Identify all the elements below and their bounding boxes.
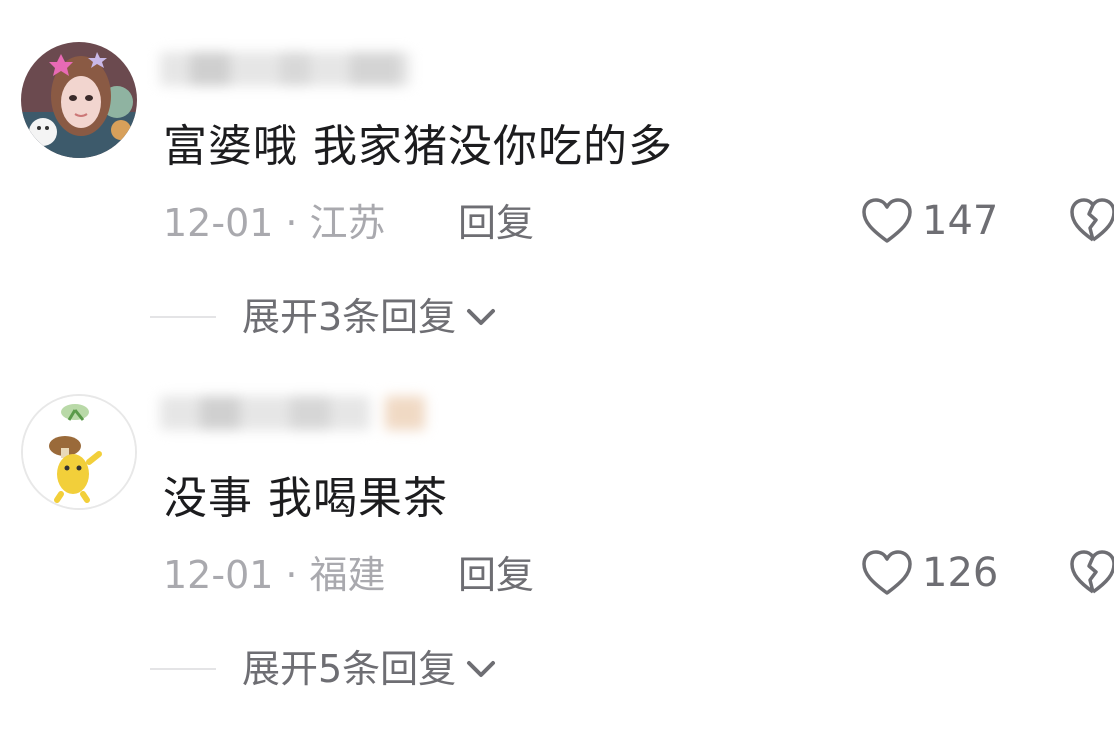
- comment-meta: 12-01 · 江苏: [163, 200, 386, 246]
- meta-separator: ·: [285, 553, 298, 597]
- username-blurred[interactable]: [160, 44, 460, 94]
- expand-replies-button[interactable]: 展开5条回复: [150, 646, 498, 692]
- avatar[interactable]: [21, 394, 137, 510]
- comment-item: 富婆哦 我家猪没你吃的多 12-01 · 江苏 回复 147 展开3条回复: [0, 0, 1114, 360]
- chevron-down-icon: [467, 661, 496, 677]
- like-count: 147: [922, 198, 999, 244]
- username-blurred[interactable]: [160, 388, 460, 438]
- dislike-button[interactable]: [1068, 196, 1114, 246]
- reply-button[interactable]: 回复: [458, 552, 534, 598]
- comment-date: 12-01: [163, 201, 274, 245]
- chevron-down-icon: [467, 309, 496, 325]
- divider-line: [150, 316, 216, 318]
- comment-item: 没事 我喝果茶 12-01 · 福建 回复 126 展开5条回复: [0, 360, 1114, 743]
- comment-meta: 12-01 · 福建: [163, 552, 386, 598]
- comment-list: 富婆哦 我家猪没你吃的多 12-01 · 江苏 回复 147 展开3条回复 没事…: [0, 0, 1114, 743]
- comment-text: 没事 我喝果茶: [163, 473, 448, 524]
- like-button[interactable]: 147: [860, 196, 998, 246]
- reply-button[interactable]: 回复: [458, 200, 534, 246]
- divider-line: [150, 668, 216, 670]
- comment-location: 福建: [309, 553, 386, 597]
- comment-location: 江苏: [309, 201, 386, 245]
- heart-outline-icon: [862, 550, 912, 595]
- comment-text: 富婆哦 我家猪没你吃的多: [163, 121, 673, 172]
- like-count: 126: [922, 550, 999, 596]
- broken-heart-icon: [1070, 198, 1114, 242]
- comment-date: 12-01: [163, 553, 274, 597]
- like-button[interactable]: 126: [860, 548, 998, 598]
- heart-outline-icon: [862, 198, 912, 243]
- expand-replies-button[interactable]: 展开3条回复: [150, 294, 498, 340]
- avatar[interactable]: [21, 42, 137, 158]
- dislike-button[interactable]: [1068, 548, 1114, 598]
- expand-replies-label: 展开3条回复: [242, 295, 457, 339]
- meta-separator: ·: [285, 201, 298, 245]
- broken-heart-icon: [1070, 550, 1114, 594]
- expand-replies-label: 展开5条回复: [242, 647, 457, 691]
